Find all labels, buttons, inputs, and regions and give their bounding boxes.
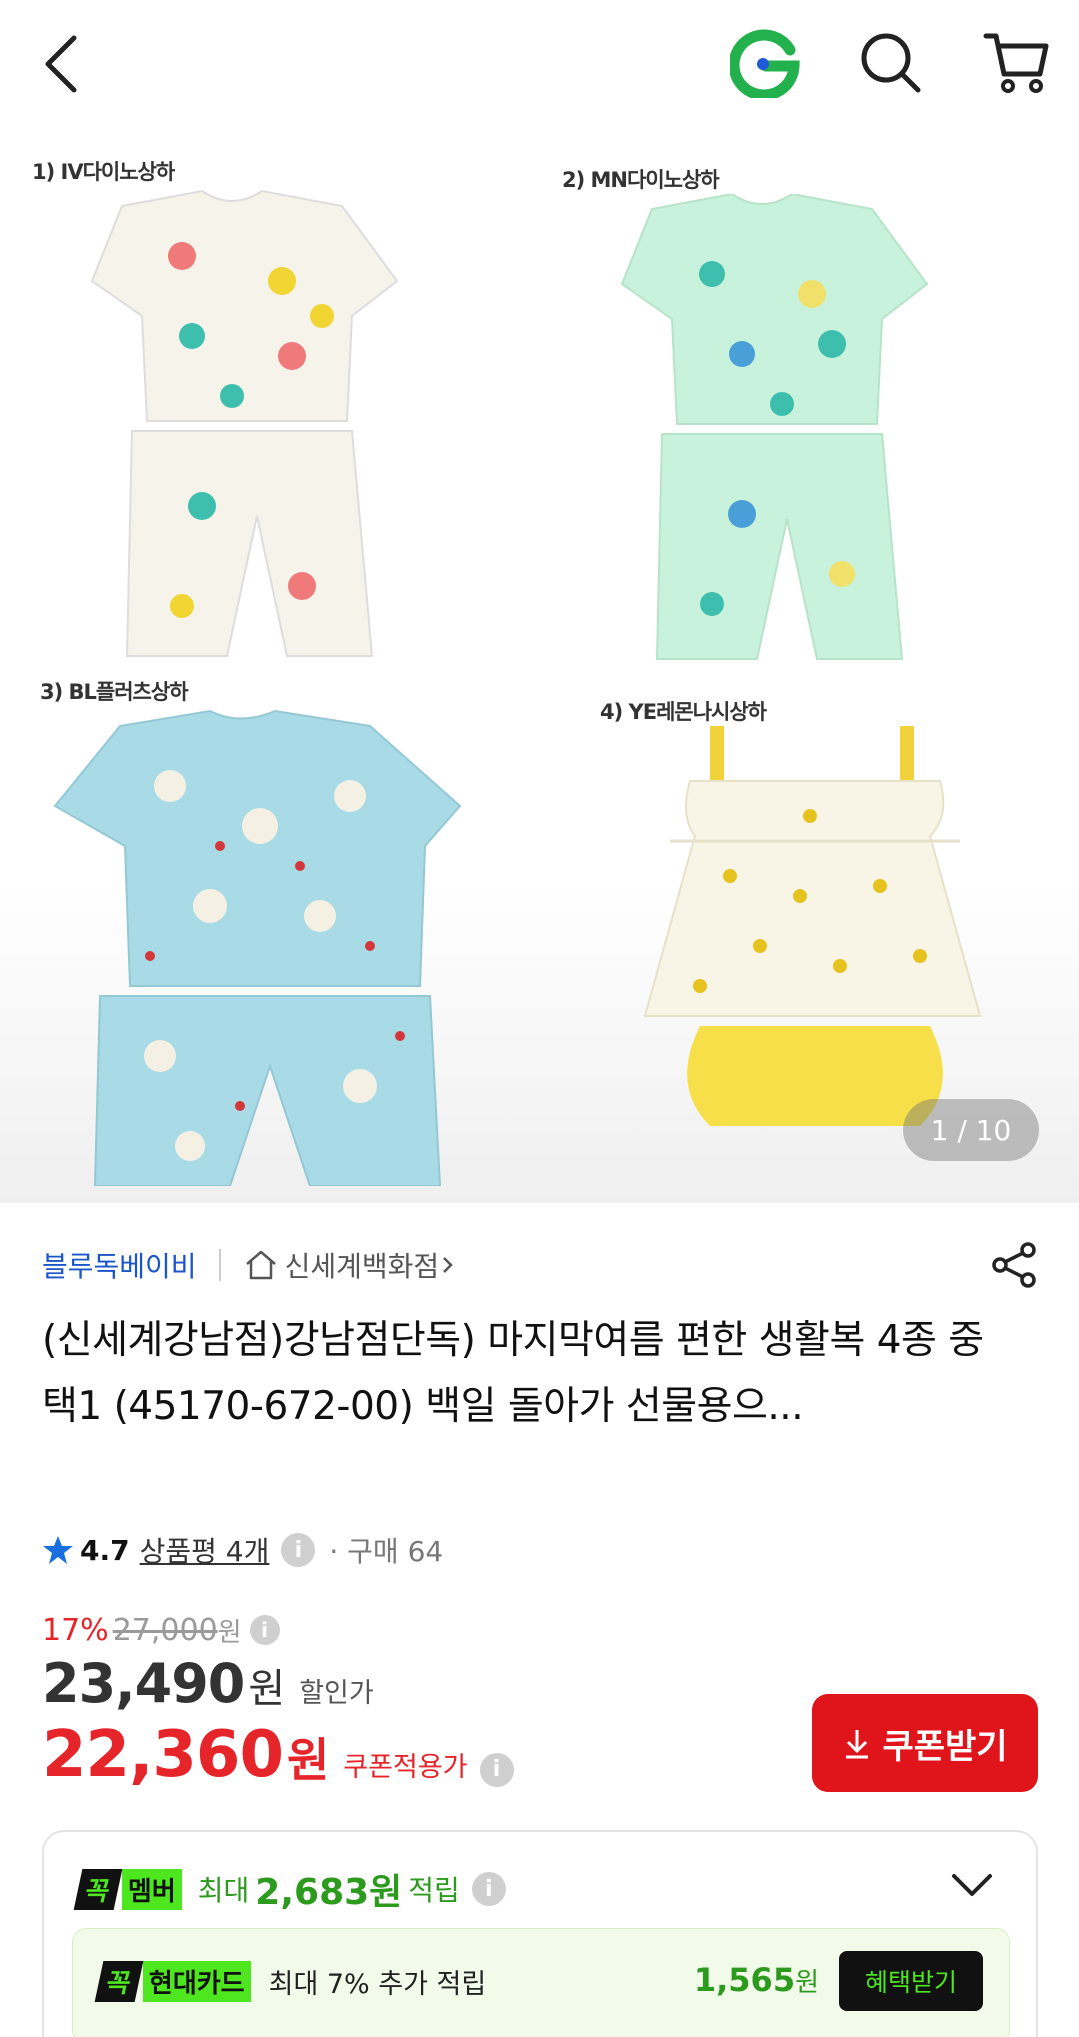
coupon-download-button[interactable]: 쿠폰받기 xyxy=(812,1694,1038,1792)
gallery-item-label: 1) IV다이노상하 xyxy=(32,160,175,184)
brand-link[interactable]: 블루독베이비 xyxy=(42,1245,197,1285)
info-icon[interactable]: i xyxy=(281,1533,316,1567)
sale-price-unit: 원 xyxy=(248,1666,286,1712)
gallery-item-label: 4) YE레몬나시상하 xyxy=(600,700,767,724)
badge-label: 현대카드 xyxy=(142,1960,251,2002)
coupon-price-unit: 원 xyxy=(286,1733,330,1787)
flower-outfit-blue-image xyxy=(53,709,462,1186)
search-icon[interactable] xyxy=(856,28,926,98)
member-benefit-row: 꼭 멤버 최대 2,683원 적립 i xyxy=(73,1864,506,1914)
download-icon xyxy=(846,1730,869,1759)
original-price-unit: 원 xyxy=(217,1617,242,1648)
kkok-card-badge: 꼭 현대카드 xyxy=(94,1960,257,2002)
card-earn-unit: 원 xyxy=(795,1968,819,1998)
badge-label: 멤버 xyxy=(121,1868,182,1910)
card-benefit-box: 꼭 현대카드 최대 7% 추가 적립 1,565원 혜택받기 xyxy=(72,1928,1010,2037)
divider xyxy=(218,1249,221,1281)
chevron-down-icon[interactable] xyxy=(950,1870,994,1900)
badge-mark: 꼭 xyxy=(94,1960,144,2002)
brand-row: 블루독베이비 신세계백화점 xyxy=(42,1238,1042,1292)
gallery-item: 1) IV다이노상하 xyxy=(32,156,552,676)
card-earn-value: 1,565 xyxy=(693,1961,796,1999)
info-icon[interactable]: i xyxy=(249,1615,280,1645)
chevron-right-icon xyxy=(443,1257,453,1273)
gallery-item-label: 3) BL플러츠상하 xyxy=(40,680,189,704)
sale-price-label: 할인가 xyxy=(299,1678,374,1709)
sale-price-row: 23,490 원 할인가 xyxy=(42,1652,374,1718)
store-link[interactable]: 신세계백화점 xyxy=(243,1245,464,1285)
star-icon xyxy=(43,1536,73,1564)
store-label: 신세계백화점 xyxy=(284,1250,440,1283)
info-icon[interactable]: i xyxy=(471,1872,506,1906)
card-earn-amount: 1,565원 xyxy=(694,1961,819,1999)
home-icon xyxy=(245,1250,276,1280)
coupon-price-label: 쿠폰적용가 xyxy=(343,1752,468,1783)
purchase-count: · 구매 64 xyxy=(329,1535,444,1568)
kkok-member-badge: 꼭 멤버 xyxy=(73,1868,188,1910)
dino-outfit-ivory-image xyxy=(90,189,399,657)
card-benefit-desc: 최대 7% 추가 적립 xyxy=(268,1968,487,2000)
rating-row: 4.7 상품평 4개 i · 구매 64 xyxy=(42,1526,443,1574)
coupon-button-label: 쿠폰받기 xyxy=(882,1726,1008,1767)
reviews-link[interactable]: 상품평 4개 xyxy=(140,1530,270,1570)
top-bar xyxy=(0,0,1079,128)
image-counter: 1 / 10 xyxy=(903,1099,1039,1161)
gallery-item-label: 2) MN다이노상하 xyxy=(562,168,720,192)
product-title: (신세계강남점)강남점단독) 마지막여름 편한 생활복 4종 중 택1 (451… xyxy=(42,1318,984,1429)
member-earn-amount: 2,683원 xyxy=(255,1872,403,1913)
discount-percent: 17% xyxy=(42,1612,109,1648)
gallery-item: 2) MN다이노상하 xyxy=(562,164,1079,684)
product-image-gallery[interactable]: 1) IV다이노상하 2) MN다이노상하 3) BL플러츠상하 4) YE레몬… xyxy=(0,128,1079,1203)
original-price: 27,000 xyxy=(112,1612,218,1648)
rating-score: 4.7 xyxy=(80,1533,130,1567)
dino-outfit-mint-image xyxy=(620,194,929,660)
chevron-left-icon[interactable] xyxy=(36,30,96,98)
discount-row: 17% 27,000 원 i xyxy=(42,1610,280,1650)
sale-price: 23,490 xyxy=(42,1652,245,1715)
max-label: 최대 xyxy=(197,1874,250,1907)
share-icon[interactable] xyxy=(988,1238,1042,1292)
benefit-panel: 꼭 멤버 최대 2,683원 적립 i 꼭 현대카드 최대 7% 추가 적립 1… xyxy=(42,1830,1038,2037)
card-benefit-info: 꼭 현대카드 최대 7% 추가 적립 xyxy=(94,1953,487,2009)
cart-icon[interactable] xyxy=(982,28,1052,98)
info-icon[interactable]: i xyxy=(479,1752,514,1787)
earn-label: 적립 xyxy=(408,1874,460,1907)
g-logo-icon[interactable] xyxy=(730,28,800,98)
get-benefit-button[interactable]: 혜택받기 xyxy=(839,1951,983,2011)
coupon-price-row: 22,360 원 쿠폰적용가 i xyxy=(42,1718,514,1802)
gallery-item: 3) BL플러츠상하 xyxy=(40,676,560,1196)
coupon-price: 22,360 xyxy=(42,1718,284,1792)
badge-mark: 꼭 xyxy=(73,1868,123,1910)
